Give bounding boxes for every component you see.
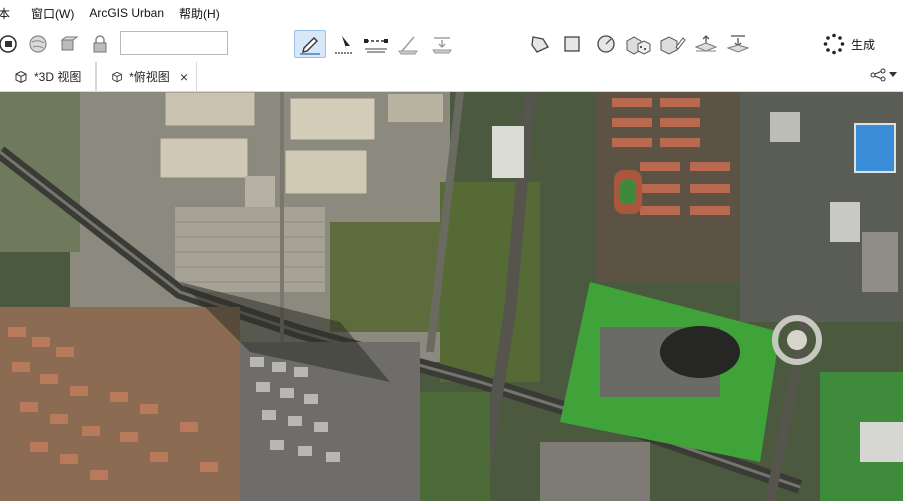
cube-select-button[interactable] xyxy=(54,30,82,58)
polygon-shape-icon xyxy=(531,36,549,53)
menu-item-partial[interactable]: 本 xyxy=(0,5,19,22)
close-icon[interactable]: × xyxy=(180,70,188,84)
cube-edit-icon xyxy=(660,36,686,55)
plane-down-button[interactable] xyxy=(724,30,752,58)
satellite-imagery xyxy=(0,92,903,501)
arrow-select-icon xyxy=(335,36,353,54)
project-down-button[interactable] xyxy=(428,30,456,58)
cube-select-icon xyxy=(60,36,79,51)
view-tab-bar: *3D 视图 *俯视图 × xyxy=(0,62,903,92)
sketch-pen-button[interactable] xyxy=(294,30,326,58)
main-toolbar: 生成 xyxy=(0,26,903,63)
cube-multiple-button[interactable] xyxy=(624,30,652,58)
globe-layer-icon xyxy=(0,35,17,53)
lock-button[interactable] xyxy=(86,30,114,58)
square-shape-button[interactable] xyxy=(558,30,586,58)
generate-button[interactable]: 生成 xyxy=(823,32,875,56)
vertex-line-button[interactable] xyxy=(362,30,390,58)
project-down-icon xyxy=(432,37,452,54)
vertex-line-icon xyxy=(364,39,388,53)
share-nodes-icon xyxy=(870,68,886,82)
globe-layer-button[interactable] xyxy=(0,30,22,58)
scale-plane-icon xyxy=(398,36,418,55)
globe-icon xyxy=(29,35,47,53)
globe-button[interactable] xyxy=(24,30,52,58)
tab-options-button[interactable] xyxy=(870,68,897,82)
chevron-down-icon xyxy=(889,72,897,77)
polygon-shape-button[interactable] xyxy=(526,30,554,58)
cube-icon xyxy=(112,71,122,82)
map-viewport[interactable] xyxy=(0,92,903,501)
lock-icon xyxy=(93,35,107,53)
menu-item-window[interactable]: 窗口(W) xyxy=(31,5,83,22)
arrow-select-button[interactable] xyxy=(330,30,358,58)
square-shape-icon xyxy=(564,36,580,52)
sketch-pen-icon xyxy=(300,37,320,55)
menu-bar: 本 窗口(W) ArcGIS Urban 帮助(H) xyxy=(0,0,903,26)
scale-plane-button[interactable] xyxy=(394,30,422,58)
generate-label: 生成 xyxy=(851,37,876,52)
plane-down-icon xyxy=(726,35,750,53)
tab-3d-view[interactable]: *3D 视图 xyxy=(0,62,96,91)
cube-icon xyxy=(15,70,27,83)
generate-spinner-icon xyxy=(823,33,845,55)
circle-shape-icon xyxy=(597,35,615,53)
plane-up-icon xyxy=(694,35,718,52)
plane-up-button[interactable] xyxy=(692,30,720,58)
tab-3d-view-label: *3D 视图 xyxy=(34,70,82,84)
circle-shape-button[interactable] xyxy=(592,30,620,58)
cube-edit-button[interactable] xyxy=(658,30,686,58)
menu-item-arcgis-urban[interactable]: ArcGIS Urban xyxy=(89,6,173,20)
search-input[interactable] xyxy=(120,31,228,55)
cube-multiple-icon xyxy=(626,36,651,55)
tab-top-view[interactable]: *俯视图 × xyxy=(96,62,197,91)
menu-item-help[interactable]: 帮助(H) xyxy=(179,5,229,22)
tab-top-view-label: *俯视图 xyxy=(129,70,170,84)
